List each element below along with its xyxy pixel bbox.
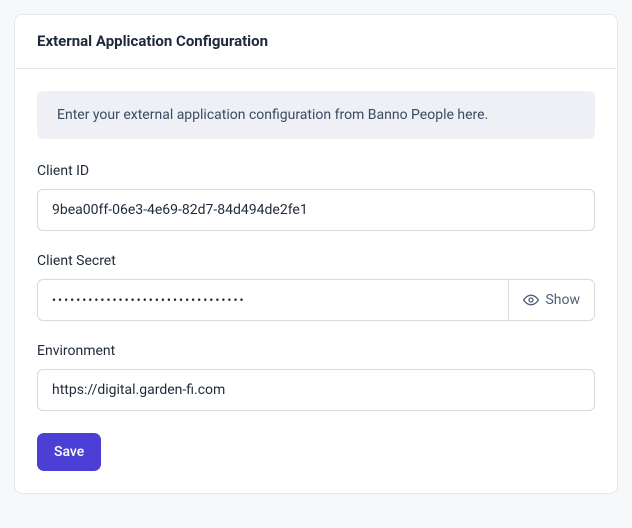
- save-button[interactable]: Save: [37, 433, 101, 471]
- client-secret-group: Show: [37, 279, 595, 321]
- client-id-label: Client ID: [37, 163, 595, 179]
- page-title: External Application Configuration: [37, 32, 595, 50]
- environment-label: Environment: [37, 343, 595, 359]
- client-secret-label: Client Secret: [37, 253, 595, 269]
- card-header: External Application Configuration: [15, 15, 617, 69]
- info-banner: Enter your external application configur…: [37, 91, 595, 139]
- environment-field: Environment: [37, 343, 595, 411]
- config-card: External Application Configuration Enter…: [14, 14, 618, 494]
- eye-icon: [523, 292, 539, 308]
- client-id-field: Client ID: [37, 163, 595, 231]
- client-secret-input[interactable]: [37, 279, 508, 321]
- client-secret-field: Client Secret Show: [37, 253, 595, 321]
- client-id-input[interactable]: [37, 189, 595, 231]
- card-body: Enter your external application configur…: [15, 69, 617, 493]
- show-secret-button[interactable]: Show: [508, 279, 595, 321]
- show-label: Show: [545, 292, 580, 308]
- environment-input[interactable]: [37, 369, 595, 411]
